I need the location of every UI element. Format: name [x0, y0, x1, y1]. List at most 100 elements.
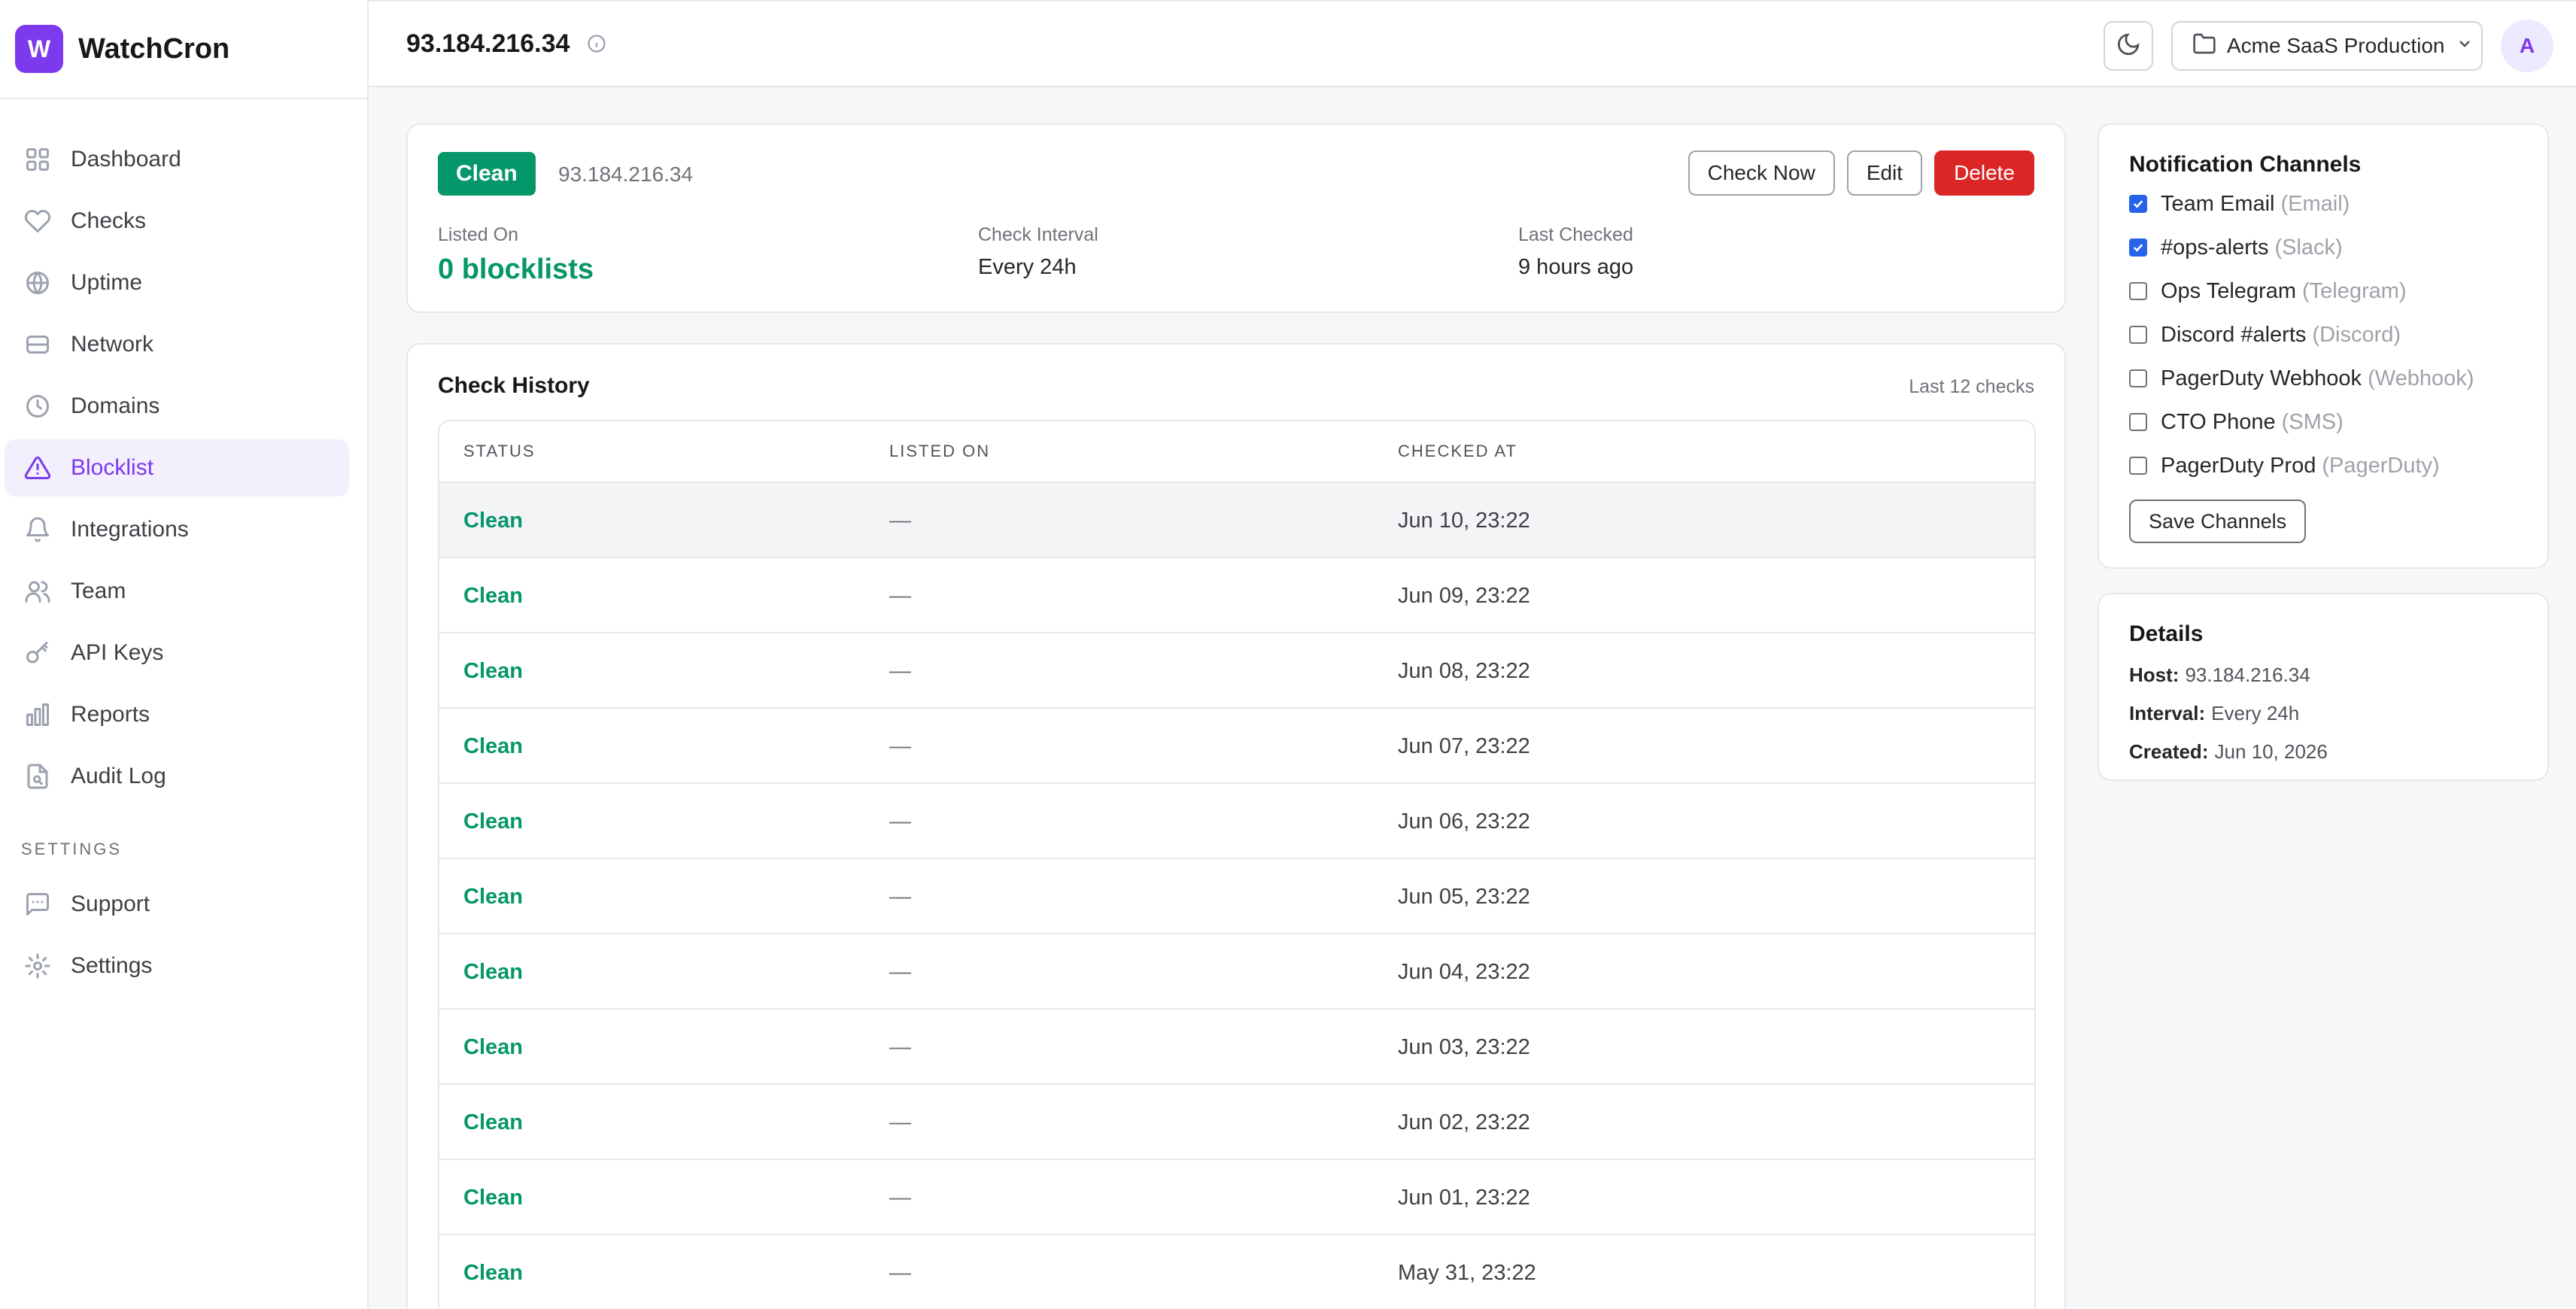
- table-body: Clean — Jun 10, 23:22 Clean — Jun 09, 23:22 Cl…: [439, 483, 2034, 1309]
- table-row[interactable]: Clean — Jun 04, 23:22: [439, 934, 2034, 1010]
- cell-listed: —: [889, 885, 911, 909]
- theme-toggle-button[interactable]: [2104, 21, 2153, 71]
- warning-icon: [23, 453, 53, 483]
- cell-checked: Jun 09, 23:22: [1398, 584, 1530, 608]
- table-row[interactable]: Clean — Jun 03, 23:22: [439, 1010, 2034, 1085]
- cell-checked: Jun 07, 23:22: [1398, 734, 1530, 758]
- channel-checkbox[interactable]: [2129, 195, 2147, 213]
- sidebar-item-api-keys[interactable]: API Keys: [5, 624, 349, 682]
- sidebar-item-label: Reports: [71, 702, 150, 727]
- channel-type: (Email): [2280, 191, 2350, 216]
- sidebar-item-audit-log[interactable]: Audit Log: [5, 748, 349, 805]
- delete-button[interactable]: Delete: [1934, 150, 2034, 196]
- stat-value: 9 hours ago: [1518, 255, 1634, 279]
- cell-checked: Jun 05, 23:22: [1398, 885, 1530, 909]
- detail-value: Jun 10, 2026: [2214, 740, 2328, 763]
- channel-checkbox[interactable]: [2129, 238, 2147, 257]
- channel-name: #ops-alerts: [2161, 235, 2269, 260]
- sidebar-item-dashboard[interactable]: Dashboard: [5, 131, 349, 188]
- table-row[interactable]: Clean — Jun 09, 23:22: [439, 558, 2034, 633]
- table-row[interactable]: Clean — Jun 07, 23:22: [439, 709, 2034, 784]
- sidebar-item-team[interactable]: Team: [5, 563, 349, 620]
- stat-value: Every 24h: [978, 255, 1077, 279]
- channel-option[interactable]: CTO Phone (SMS): [2129, 400, 2474, 444]
- table-row[interactable]: Clean — Jun 10, 23:22: [439, 483, 2034, 558]
- channel-type: (Discord): [2312, 322, 2401, 347]
- channel-type: (Webhook): [2368, 366, 2474, 390]
- edit-button[interactable]: Edit: [1846, 150, 1923, 196]
- gear-icon: [23, 951, 53, 981]
- project-select[interactable]: Acme SaaS Production: [2171, 21, 2483, 71]
- table-row[interactable]: Clean — May 31, 23:22: [439, 1235, 2034, 1309]
- channel-checkbox[interactable]: [2129, 326, 2147, 344]
- sidebar-item-label: Network: [71, 332, 154, 357]
- detail-value: 93.184.216.34: [2185, 664, 2310, 686]
- sidebar: W WatchCron Dashboard Checks Uptime Netw…: [0, 0, 369, 1309]
- detail-value: Every 24h: [2211, 702, 2300, 724]
- sidebar-item-network[interactable]: Network: [5, 316, 349, 373]
- channel-checkbox[interactable]: [2129, 282, 2147, 300]
- check-icon: [2133, 200, 2143, 208]
- channel-checkbox[interactable]: [2129, 369, 2147, 387]
- sidebar-item-settings[interactable]: Settings: [5, 937, 349, 995]
- project-name: Acme SaaS Production: [2227, 34, 2445, 57]
- check-icon: [2133, 244, 2143, 252]
- moon-icon: [2116, 32, 2141, 61]
- channel-option[interactable]: #ops-alerts (Slack): [2129, 226, 2474, 269]
- summary-actions: Check Now Edit Delete: [1676, 150, 2034, 196]
- cell-listed: —: [889, 659, 911, 683]
- save-channels-button[interactable]: Save Channels: [2129, 500, 2307, 543]
- check-now-button[interactable]: Check Now: [1687, 150, 1835, 196]
- channel-option[interactable]: Discord #alerts (Discord): [2129, 313, 2474, 357]
- summary-host: 93.184.216.34: [558, 162, 694, 186]
- cell-checked: Jun 10, 23:22: [1398, 509, 1530, 533]
- sidebar-item-blocklist[interactable]: Blocklist: [5, 439, 349, 497]
- channel-checkbox[interactable]: [2129, 413, 2147, 431]
- sidebar-item-label: Integrations: [71, 517, 189, 542]
- table-row[interactable]: Clean — Jun 08, 23:22: [439, 633, 2034, 709]
- avatar[interactable]: A: [2501, 20, 2553, 72]
- heart-icon: [23, 206, 53, 236]
- channel-option[interactable]: Ops Telegram (Telegram): [2129, 269, 2474, 313]
- main-nav: Dashboard Checks Uptime Network Domains …: [0, 99, 367, 995]
- settings-heading: SETTINGS: [21, 840, 123, 858]
- brand[interactable]: W WatchCron: [0, 0, 367, 99]
- users-icon: [23, 576, 53, 606]
- brand-logo: W: [15, 25, 63, 73]
- globe-icon: [23, 268, 53, 298]
- table-row[interactable]: Clean — Jun 05, 23:22: [439, 859, 2034, 934]
- channel-name: CTO Phone: [2161, 409, 2276, 434]
- channel-checkbox[interactable]: [2129, 457, 2147, 475]
- sidebar-item-domains[interactable]: Domains: [5, 378, 349, 435]
- info-icon[interactable]: [586, 33, 607, 54]
- topbar: 93.184.216.34 Acme SaaS Production A: [369, 0, 2576, 87]
- table-row[interactable]: Clean — Jun 01, 23:22: [439, 1160, 2034, 1235]
- detail-interval: Interval: Every 24h: [2129, 694, 2328, 733]
- table-row[interactable]: Clean — Jun 06, 23:22: [439, 784, 2034, 859]
- column-header[interactable]: STATUS: [463, 442, 536, 461]
- sidebar-item-reports[interactable]: Reports: [5, 686, 349, 743]
- sidebar-item-checks[interactable]: Checks: [5, 193, 349, 250]
- column-header[interactable]: CHECKED AT: [1398, 442, 1517, 461]
- topbar-actions: Acme SaaS Production A: [2104, 20, 2553, 72]
- channel-option[interactable]: PagerDuty Webhook (Webhook): [2129, 357, 2474, 400]
- cell-checked: Jun 08, 23:22: [1398, 659, 1530, 683]
- cell-checked: Jun 04, 23:22: [1398, 960, 1530, 984]
- sidebar-item-integrations[interactable]: Integrations: [5, 501, 349, 558]
- sidebar-item-support[interactable]: Support: [5, 876, 349, 933]
- channel-type: (Telegram): [2302, 278, 2407, 303]
- channel-option[interactable]: Team Email (Email): [2129, 182, 2474, 226]
- channel-list: Team Email (Email) #ops-alerts (Slack) Ops T…: [2129, 182, 2474, 487]
- channel-option[interactable]: PagerDuty Prod (PagerDuty): [2129, 444, 2474, 487]
- table-row[interactable]: Clean — Jun 02, 23:22: [439, 1085, 2034, 1160]
- history-count: Last 12 checks: [1909, 376, 2034, 397]
- cell-checked: Jun 03, 23:22: [1398, 1035, 1530, 1059]
- column-header[interactable]: LISTED ON: [889, 442, 990, 461]
- table-header: STATUS LISTED ON CHECKED AT: [439, 421, 2034, 483]
- chevron-down-icon: [2456, 34, 2474, 58]
- sidebar-item-uptime[interactable]: Uptime: [5, 254, 349, 311]
- sidebar-item-label: Blocklist: [71, 455, 154, 480]
- status-badge: Clean: [438, 152, 536, 196]
- detail-label: Host:: [2129, 664, 2180, 686]
- detail-list: Host: 93.184.216.34 Interval: Every 24h …: [2129, 656, 2328, 771]
